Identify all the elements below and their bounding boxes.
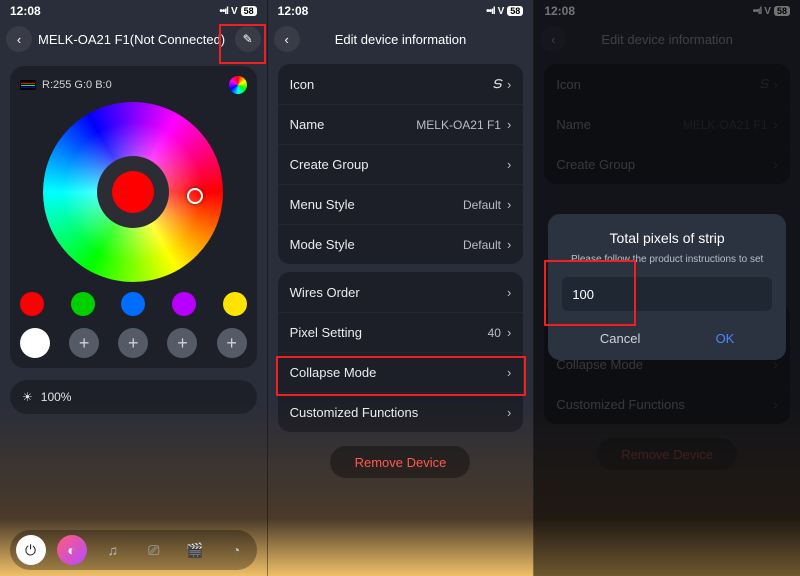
rgb-readout: R:255 G:0 B:0 bbox=[42, 79, 112, 91]
tab-power[interactable]: ⏻ bbox=[16, 535, 46, 565]
wifi-icon: V bbox=[231, 6, 238, 17]
brightness-slider[interactable]: ☀ 100% bbox=[10, 380, 257, 414]
tab-scene[interactable]: 🎬 bbox=[180, 535, 210, 565]
dialog-subtitle: Please follow the product instructions t… bbox=[562, 254, 772, 265]
page-title: MELK-OA21 F1(Not Connected) bbox=[38, 32, 229, 47]
header: ‹ MELK-OA21 F1(Not Connected) ✎ bbox=[0, 22, 267, 56]
brightness-icon: ☀ bbox=[22, 390, 33, 404]
tab-music[interactable]: ♫ bbox=[98, 535, 128, 565]
row-customized-functions[interactable]: Customized Functions › bbox=[278, 392, 524, 432]
row-value: 40 bbox=[488, 326, 501, 340]
row-label: Menu Style bbox=[290, 197, 463, 212]
row-value: MELK-OA21 F1 bbox=[416, 118, 501, 132]
row-name[interactable]: Name MELK-OA21 F1 › bbox=[278, 104, 524, 144]
edit-button[interactable]: ✎ bbox=[235, 26, 261, 52]
sliders-icon: ⎚ bbox=[148, 542, 159, 559]
swatch-green[interactable] bbox=[71, 292, 95, 316]
row-pixel-setting[interactable]: Pixel Setting 40 › bbox=[278, 312, 524, 352]
chevron-right-icon: › bbox=[507, 237, 511, 252]
row-label: Icon bbox=[290, 77, 492, 92]
chevron-right-icon: › bbox=[507, 285, 511, 300]
row-wires-order[interactable]: Wires Order › bbox=[278, 272, 524, 312]
row-mode-style[interactable]: Mode Style Default › bbox=[278, 224, 524, 264]
chevron-right-icon: › bbox=[507, 365, 511, 380]
signal-icon: ••ıl bbox=[219, 6, 228, 17]
color-wheel[interactable] bbox=[43, 102, 223, 282]
remove-device-label: Remove Device bbox=[355, 455, 447, 470]
power-icon: ⏻ bbox=[25, 542, 36, 559]
row-value: Default bbox=[463, 198, 501, 212]
add-swatch-2[interactable]: + bbox=[118, 328, 148, 358]
row-collapse-mode[interactable]: Collapse Mode › bbox=[278, 352, 524, 392]
add-swatch-1[interactable]: + bbox=[69, 328, 99, 358]
row-create-group[interactable]: Create Group › bbox=[278, 144, 524, 184]
row-menu-style[interactable]: Menu Style Default › bbox=[278, 184, 524, 224]
chevron-right-icon: › bbox=[507, 405, 511, 420]
swatch-yellow[interactable] bbox=[223, 292, 247, 316]
dialog-cancel-button[interactable]: Cancel bbox=[590, 327, 650, 350]
dialog-ok-button[interactable]: OK bbox=[706, 327, 745, 350]
color-panel: R:255 G:0 B:0 bbox=[10, 66, 257, 368]
pixel-count-input[interactable] bbox=[562, 277, 772, 311]
brightness-value: 100% bbox=[41, 390, 72, 404]
swatch-red[interactable] bbox=[20, 292, 44, 316]
status-bar: 12:08 ••ıl V 58 bbox=[268, 0, 534, 22]
add-swatch-4[interactable]: + bbox=[217, 328, 247, 358]
settings-group-1: Icon ട › Name MELK-OA21 F1 › Create Grou… bbox=[278, 64, 524, 264]
preset-swatches bbox=[20, 292, 247, 316]
wifi-icon: V bbox=[498, 6, 505, 17]
swatch-purple[interactable] bbox=[172, 292, 196, 316]
pencil-icon: ✎ bbox=[243, 32, 253, 46]
device-icon-preview: ട bbox=[492, 75, 501, 93]
row-label: Customized Functions bbox=[290, 405, 507, 420]
dialog-title: Total pixels of strip bbox=[562, 230, 772, 246]
chevron-right-icon: › bbox=[507, 157, 511, 172]
back-button[interactable]: ‹ bbox=[6, 26, 32, 52]
swatch-white[interactable] bbox=[20, 328, 50, 358]
pixel-dialog: Total pixels of strip Please follow the … bbox=[548, 214, 786, 360]
gauge-icon: ◐ bbox=[67, 542, 75, 558]
tab-color[interactable]: ◐ bbox=[57, 535, 87, 565]
remove-device-button[interactable]: Remove Device bbox=[330, 446, 470, 478]
custom-swatches: + + + + bbox=[20, 328, 247, 358]
row-label: Mode Style bbox=[290, 237, 463, 252]
row-label: Wires Order bbox=[290, 285, 507, 300]
swatch-blue[interactable] bbox=[121, 292, 145, 316]
tab-timer[interactable]: ◔ bbox=[221, 535, 251, 565]
status-bar: 12:08 ••ıl V 58 bbox=[0, 0, 267, 22]
row-label: Collapse Mode bbox=[290, 365, 507, 380]
tab-adjust[interactable]: ⎚ bbox=[139, 535, 169, 565]
add-swatch-3[interactable]: + bbox=[167, 328, 197, 358]
row-label: Create Group bbox=[290, 157, 507, 172]
row-icon[interactable]: Icon ട › bbox=[278, 64, 524, 104]
row-label: Pixel Setting bbox=[290, 325, 488, 340]
chevron-right-icon: › bbox=[507, 325, 511, 340]
clapper-icon: 🎬 bbox=[186, 542, 203, 559]
rainbow-picker-button[interactable] bbox=[229, 76, 247, 94]
page-title: Edit device information bbox=[306, 32, 496, 47]
music-icon: ♫ bbox=[108, 542, 119, 558]
row-value: Default bbox=[463, 238, 501, 252]
bottom-tabbar: ⏻ ◐ ♫ ⎚ 🎬 ◔ bbox=[10, 530, 257, 570]
back-button[interactable]: ‹ bbox=[274, 26, 300, 52]
row-label: Name bbox=[290, 117, 417, 132]
status-time: 12:08 bbox=[278, 4, 309, 18]
chevron-right-icon: › bbox=[507, 197, 511, 212]
selected-color-preview bbox=[112, 171, 154, 213]
wheel-cursor[interactable] bbox=[187, 188, 203, 204]
chevron-right-icon: › bbox=[507, 77, 511, 92]
signal-icon: ••ıl bbox=[486, 6, 495, 17]
settings-group-2: Wires Order › Pixel Setting 40 › Collaps… bbox=[278, 272, 524, 432]
status-time: 12:08 bbox=[10, 4, 41, 18]
chevron-right-icon: › bbox=[507, 117, 511, 132]
battery-icon: 58 bbox=[507, 6, 523, 16]
status-right: ••ıl V 58 bbox=[219, 6, 256, 17]
clock-icon: ◔ bbox=[232, 542, 240, 558]
led-strip-icon bbox=[20, 80, 36, 90]
wheel-hub bbox=[97, 156, 169, 228]
header: ‹ Edit device information bbox=[268, 22, 534, 56]
battery-icon: 58 bbox=[241, 6, 257, 16]
status-right: ••ıl V 58 bbox=[486, 6, 523, 17]
